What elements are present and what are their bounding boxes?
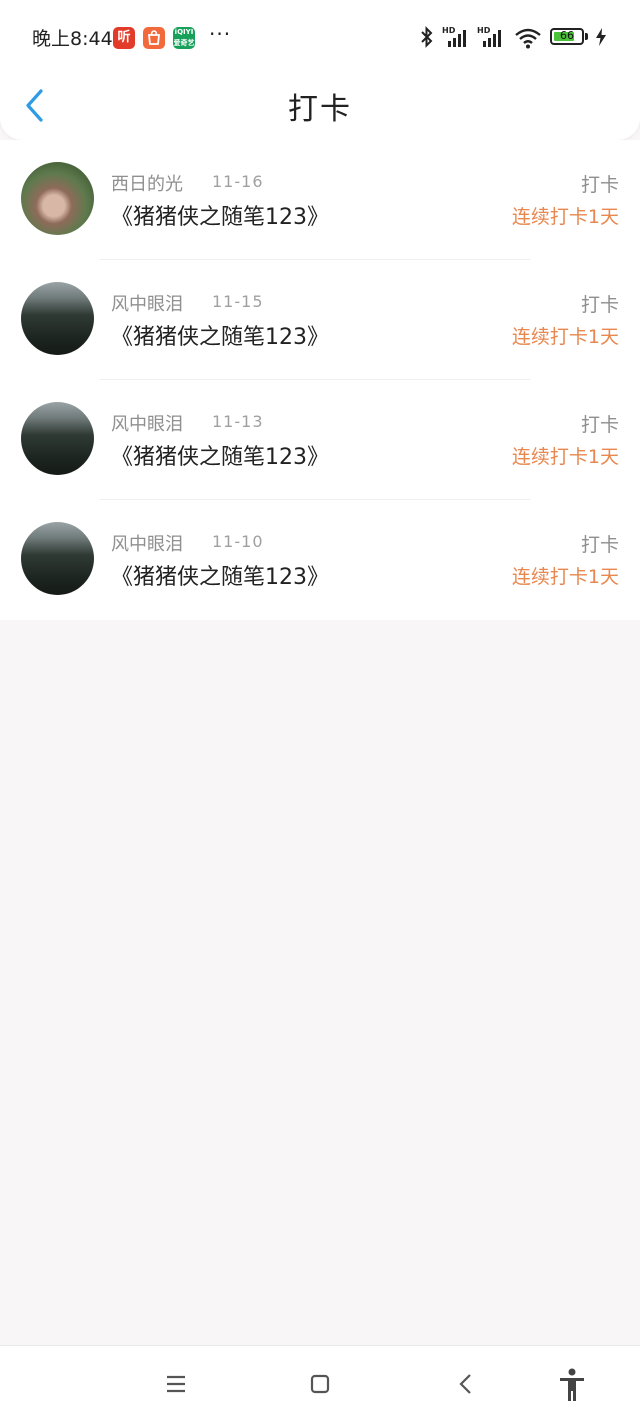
checkin-tag: 打卡: [580, 414, 619, 436]
charging-icon: [595, 28, 607, 50]
app-header: 晚上8:44 听 iQIYI 爱奇艺 ··· HD HD 66 打卡: [0, 0, 640, 140]
avatar[interactable]: [21, 282, 94, 355]
checkin-date: 11-16: [212, 172, 264, 191]
user-name: 风中眼泪: [111, 294, 183, 315]
user-name: 风中眼泪: [111, 534, 183, 555]
svg-text:HD: HD: [442, 26, 456, 35]
book-title: 《猪猪侠之随笔123》: [111, 445, 329, 470]
svg-text:HD: HD: [477, 26, 491, 35]
menu-button[interactable]: [156, 1364, 196, 1404]
battery-cap: [585, 33, 588, 40]
checkin-tag: 打卡: [580, 534, 619, 556]
menu-icon: [167, 1375, 185, 1393]
home-icon: [310, 1374, 330, 1394]
iqiyi-app-icon: iQIYI 爱奇艺: [173, 27, 195, 49]
signal-hd-icon-1: HD: [442, 25, 472, 53]
accessibility-icon: [560, 1368, 584, 1401]
system-navigation-bar: [0, 1345, 640, 1423]
wifi-icon: [514, 27, 542, 53]
book-title: 《猪猪侠之随笔123》: [111, 565, 329, 590]
battery-icon: 66: [550, 28, 584, 45]
checkin-date: 11-10: [212, 532, 264, 551]
page-title: 打卡: [288, 92, 352, 127]
checkin-item[interactable]: 风中眼泪 11-13 《猪猪侠之随笔123》 打卡 连续打卡1天: [0, 380, 640, 500]
avatar[interactable]: [21, 162, 94, 235]
ting-app-icon: 听: [113, 27, 135, 49]
bluetooth-icon: [418, 25, 436, 53]
status-time: 晚上8:44: [32, 28, 113, 50]
checkin-date: 11-13: [212, 412, 264, 431]
book-title: 《猪猪侠之随笔123》: [111, 205, 329, 230]
checkin-item[interactable]: 西日的光 11-16 《猪猪侠之随笔123》 打卡 连续打卡1天: [0, 140, 640, 260]
home-button[interactable]: [300, 1364, 340, 1404]
user-name: 西日的光: [111, 174, 183, 195]
checkin-item[interactable]: 风中眼泪 11-10 《猪猪侠之随笔123》 打卡 连续打卡1天: [0, 500, 640, 620]
shopping-bag-app-icon: [143, 27, 165, 49]
system-back-button[interactable]: [446, 1364, 486, 1404]
streak-label: 连续打卡1天: [511, 446, 619, 468]
status-bar: 晚上8:44 听 iQIYI 爱奇艺 ··· HD HD 66: [0, 0, 640, 72]
checkin-list: 西日的光 11-16 《猪猪侠之随笔123》 打卡 连续打卡1天 风中眼泪 11…: [0, 140, 640, 620]
checkin-item[interactable]: 风中眼泪 11-15 《猪猪侠之随笔123》 打卡 连续打卡1天: [0, 260, 640, 380]
battery-level: 66: [560, 29, 574, 42]
checkin-date: 11-15: [212, 292, 264, 311]
streak-label: 连续打卡1天: [511, 566, 619, 588]
signal-hd-icon-2: HD: [477, 25, 507, 53]
user-name: 风中眼泪: [111, 414, 183, 435]
streak-label: 连续打卡1天: [511, 326, 619, 348]
streak-label: 连续打卡1天: [511, 206, 619, 228]
checkin-tag: 打卡: [580, 174, 619, 196]
book-title: 《猪猪侠之随笔123》: [111, 325, 329, 350]
more-notifications-icon: ···: [209, 22, 232, 46]
avatar[interactable]: [21, 522, 94, 595]
back-icon: [459, 1374, 471, 1394]
checkin-tag: 打卡: [580, 294, 619, 316]
accessibility-button[interactable]: [552, 1364, 592, 1404]
avatar[interactable]: [21, 402, 94, 475]
